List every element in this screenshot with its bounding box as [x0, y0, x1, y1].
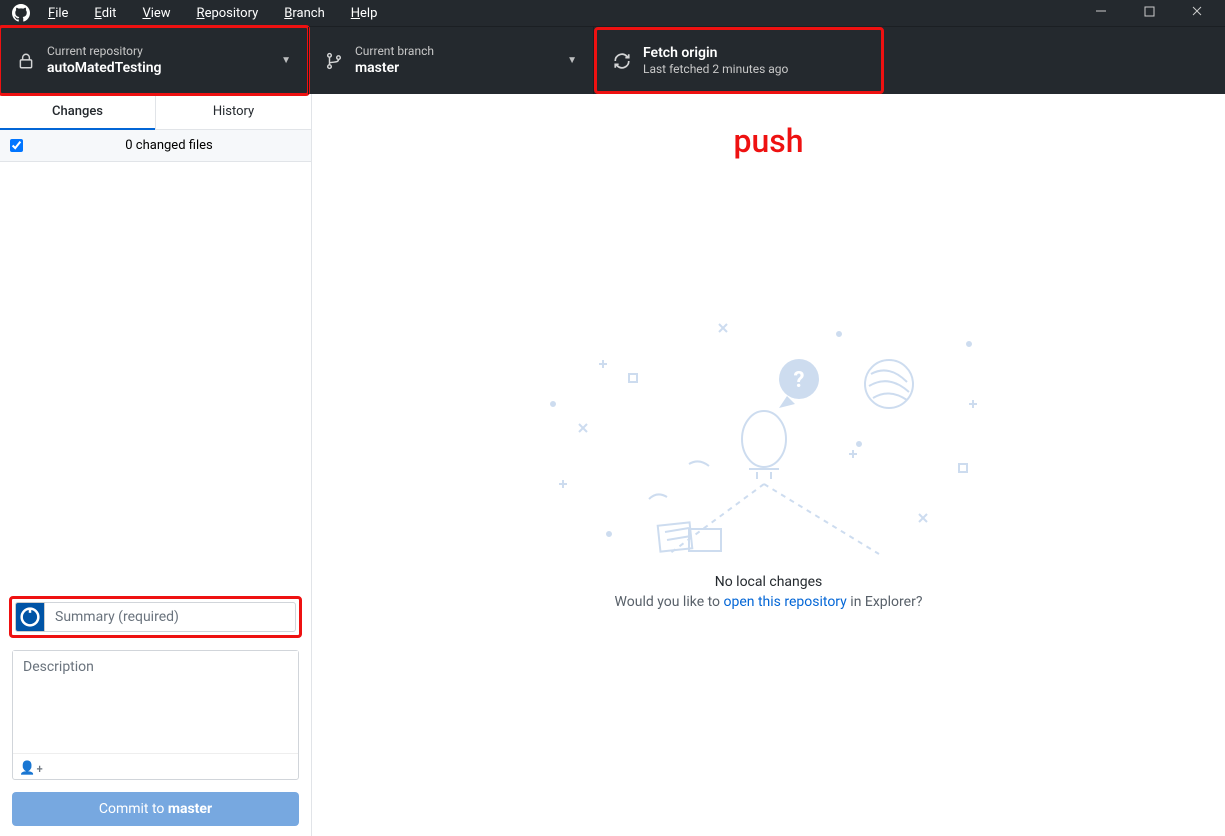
fetch-origin-button[interactable]: Fetch origin Last fetched 2 minutes ago	[594, 27, 884, 94]
minimize-button[interactable]	[1089, 5, 1113, 21]
sidebar-tabs: Changes History	[0, 94, 311, 130]
tab-changes[interactable]: Changes	[0, 94, 155, 130]
empty-state-illustration: ?	[539, 304, 999, 564]
lock-icon	[17, 52, 35, 70]
changed-files-count: 0 changed files	[37, 138, 301, 153]
close-button[interactable]	[1185, 5, 1209, 21]
branch-name: master	[355, 60, 434, 77]
chevron-down-icon: ▼	[281, 55, 291, 66]
branch-label: Current branch	[355, 44, 434, 58]
user-avatar	[15, 602, 45, 632]
git-branch-icon	[325, 52, 343, 70]
commit-form: 👤﹢ Commit to master	[0, 589, 311, 836]
current-branch-button[interactable]: Current branch master ▼	[308, 27, 594, 94]
maximize-button[interactable]	[1137, 5, 1161, 21]
github-logo-icon	[12, 4, 30, 22]
main-panel: push ?	[312, 94, 1225, 836]
window-controls	[1089, 5, 1217, 21]
menu-edit[interactable]: Edit	[94, 6, 116, 21]
annotation-push: push	[733, 122, 803, 160]
commit-summary-input[interactable]	[45, 602, 296, 632]
menu-view[interactable]: View	[142, 6, 170, 21]
menu-file[interactable]: Filedocument.currentScript.previousEleme…	[48, 6, 68, 21]
menu-repository[interactable]: Repository	[197, 6, 259, 21]
menu-bar: Filedocument.currentScript.previousEleme…	[48, 6, 377, 21]
commit-description-input[interactable]	[13, 651, 298, 753]
menu-help[interactable]: Help	[351, 6, 378, 21]
empty-state-text: No local changes Would you like to open …	[615, 574, 923, 610]
tab-history[interactable]: History	[155, 94, 311, 130]
changes-list	[0, 162, 311, 589]
current-repository-button[interactable]: Current repository autoMatedTesting ▼	[0, 25, 310, 96]
titlebar: Filedocument.currentScript.previousEleme…	[0, 0, 1225, 26]
fetch-label: Fetch origin	[643, 45, 788, 62]
add-coauthor-icon[interactable]: 👤﹢	[19, 757, 44, 776]
select-all-checkbox[interactable]	[10, 139, 23, 152]
changes-header: 0 changed files	[0, 130, 311, 162]
menu-branch[interactable]: Branch	[284, 6, 324, 21]
sidebar: Changes History 0 changed files 👤﹢ Co	[0, 94, 312, 836]
toolbar: Current repository autoMatedTesting ▼ Cu…	[0, 26, 1225, 94]
chevron-down-icon: ▼	[567, 55, 577, 66]
repo-label: Current repository	[47, 44, 162, 58]
fetch-sub: Last fetched 2 minutes ago	[643, 62, 788, 76]
svg-text:?: ?	[793, 368, 804, 393]
empty-title: No local changes	[615, 574, 923, 590]
sync-icon	[613, 52, 631, 70]
repo-name: autoMatedTesting	[47, 60, 162, 77]
commit-button[interactable]: Commit to master	[12, 792, 299, 826]
open-repository-link[interactable]: open this repository	[724, 594, 847, 610]
